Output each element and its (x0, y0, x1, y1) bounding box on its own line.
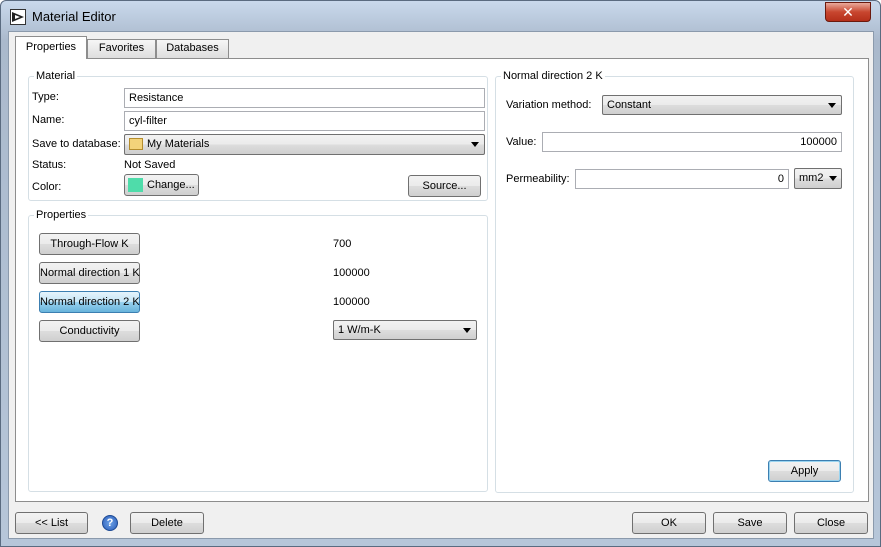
source-button[interactable]: Source... (408, 175, 481, 197)
through-flow-k-value: 700 (333, 238, 352, 250)
name-field[interactable]: cyl-filter (124, 111, 485, 131)
database-icon (129, 138, 143, 150)
list-button[interactable]: << List (15, 512, 88, 534)
variation-method-value: Constant (607, 99, 652, 111)
properties-group-title: Properties (34, 209, 89, 221)
type-field[interactable]: Resistance (124, 88, 485, 108)
status-value: Not Saved (124, 159, 176, 171)
close-icon: ✕ (842, 4, 854, 20)
permeability-unit-select[interactable]: mm2 (794, 168, 842, 189)
help-icon[interactable]: ? (102, 515, 118, 531)
tab-databases[interactable]: Databases (156, 39, 229, 58)
color-change-button[interactable]: Change... (124, 174, 199, 196)
permeability-label: Permeability: (506, 173, 570, 185)
window-title: Material Editor (32, 9, 116, 24)
title-bar[interactable]: Material Editor ✕ (1, 1, 880, 31)
value-field[interactable]: 100000 (542, 132, 842, 152)
permeability-field[interactable]: 0 (575, 169, 789, 189)
conductivity-select[interactable]: 1 W/m-K (333, 320, 477, 340)
material-group: Material Type: Resistance Name: cyl-filt… (28, 70, 488, 201)
name-label: Name: (32, 114, 65, 126)
conductivity-value: 1 W/m-K (338, 324, 381, 336)
permeability-unit-value: mm2 (799, 172, 824, 184)
save-to-database-select[interactable]: My Materials (124, 134, 485, 155)
client-area: Properties Favorites Databases Material … (8, 31, 874, 539)
chevron-down-icon (463, 328, 471, 333)
ok-button[interactable]: OK (632, 512, 706, 534)
normal-direction-2k-button[interactable]: Normal direction 2 K (39, 291, 140, 313)
tab-properties[interactable]: Properties (15, 36, 87, 59)
save-to-database-label: Save to database: (32, 138, 121, 150)
save-button[interactable]: Save (713, 512, 787, 534)
material-group-title: Material (34, 70, 78, 82)
properties-group: Properties Through-Flow K 700 Normal dir… (28, 209, 488, 492)
through-flow-k-button[interactable]: Through-Flow K (39, 233, 140, 255)
normal-direction-1k-button[interactable]: Normal direction 1 K (39, 262, 140, 284)
color-change-label: Change... (147, 179, 195, 191)
bottom-button-bar: << List ? Delete OK Save Close (9, 502, 873, 538)
properties-tab-panel: Material Type: Resistance Name: cyl-filt… (15, 58, 869, 502)
apply-button[interactable]: Apply (768, 460, 841, 482)
value-label: Value: (506, 136, 537, 148)
normal-direction-1k-value: 100000 (333, 267, 370, 279)
status-label: Status: (32, 159, 67, 171)
close-button[interactable]: Close (794, 512, 868, 534)
conductivity-button[interactable]: Conductivity (39, 320, 140, 342)
normal-direction-2k-value: 100000 (333, 296, 370, 308)
normal-direction-2k-group: Normal direction 2 K Variation method: C… (495, 70, 854, 493)
material-editor-window: Material Editor ✕ Properties Favorites D… (0, 0, 881, 547)
variation-method-select[interactable]: Constant (602, 95, 842, 115)
color-label: Color: (32, 181, 62, 193)
type-label: Type: (32, 91, 59, 103)
delete-button[interactable]: Delete (130, 512, 204, 534)
tab-favorites[interactable]: Favorites (87, 39, 156, 58)
chevron-down-icon (828, 103, 836, 108)
color-swatch (128, 178, 143, 192)
chevron-down-icon (829, 176, 837, 181)
chevron-down-icon (471, 142, 479, 147)
variation-method-label: Variation method: (506, 99, 592, 111)
app-logo-icon (10, 9, 26, 25)
window-close-button[interactable]: ✕ (825, 2, 871, 22)
save-to-database-value: My Materials (147, 138, 210, 150)
detail-group-title: Normal direction 2 K (501, 70, 605, 82)
